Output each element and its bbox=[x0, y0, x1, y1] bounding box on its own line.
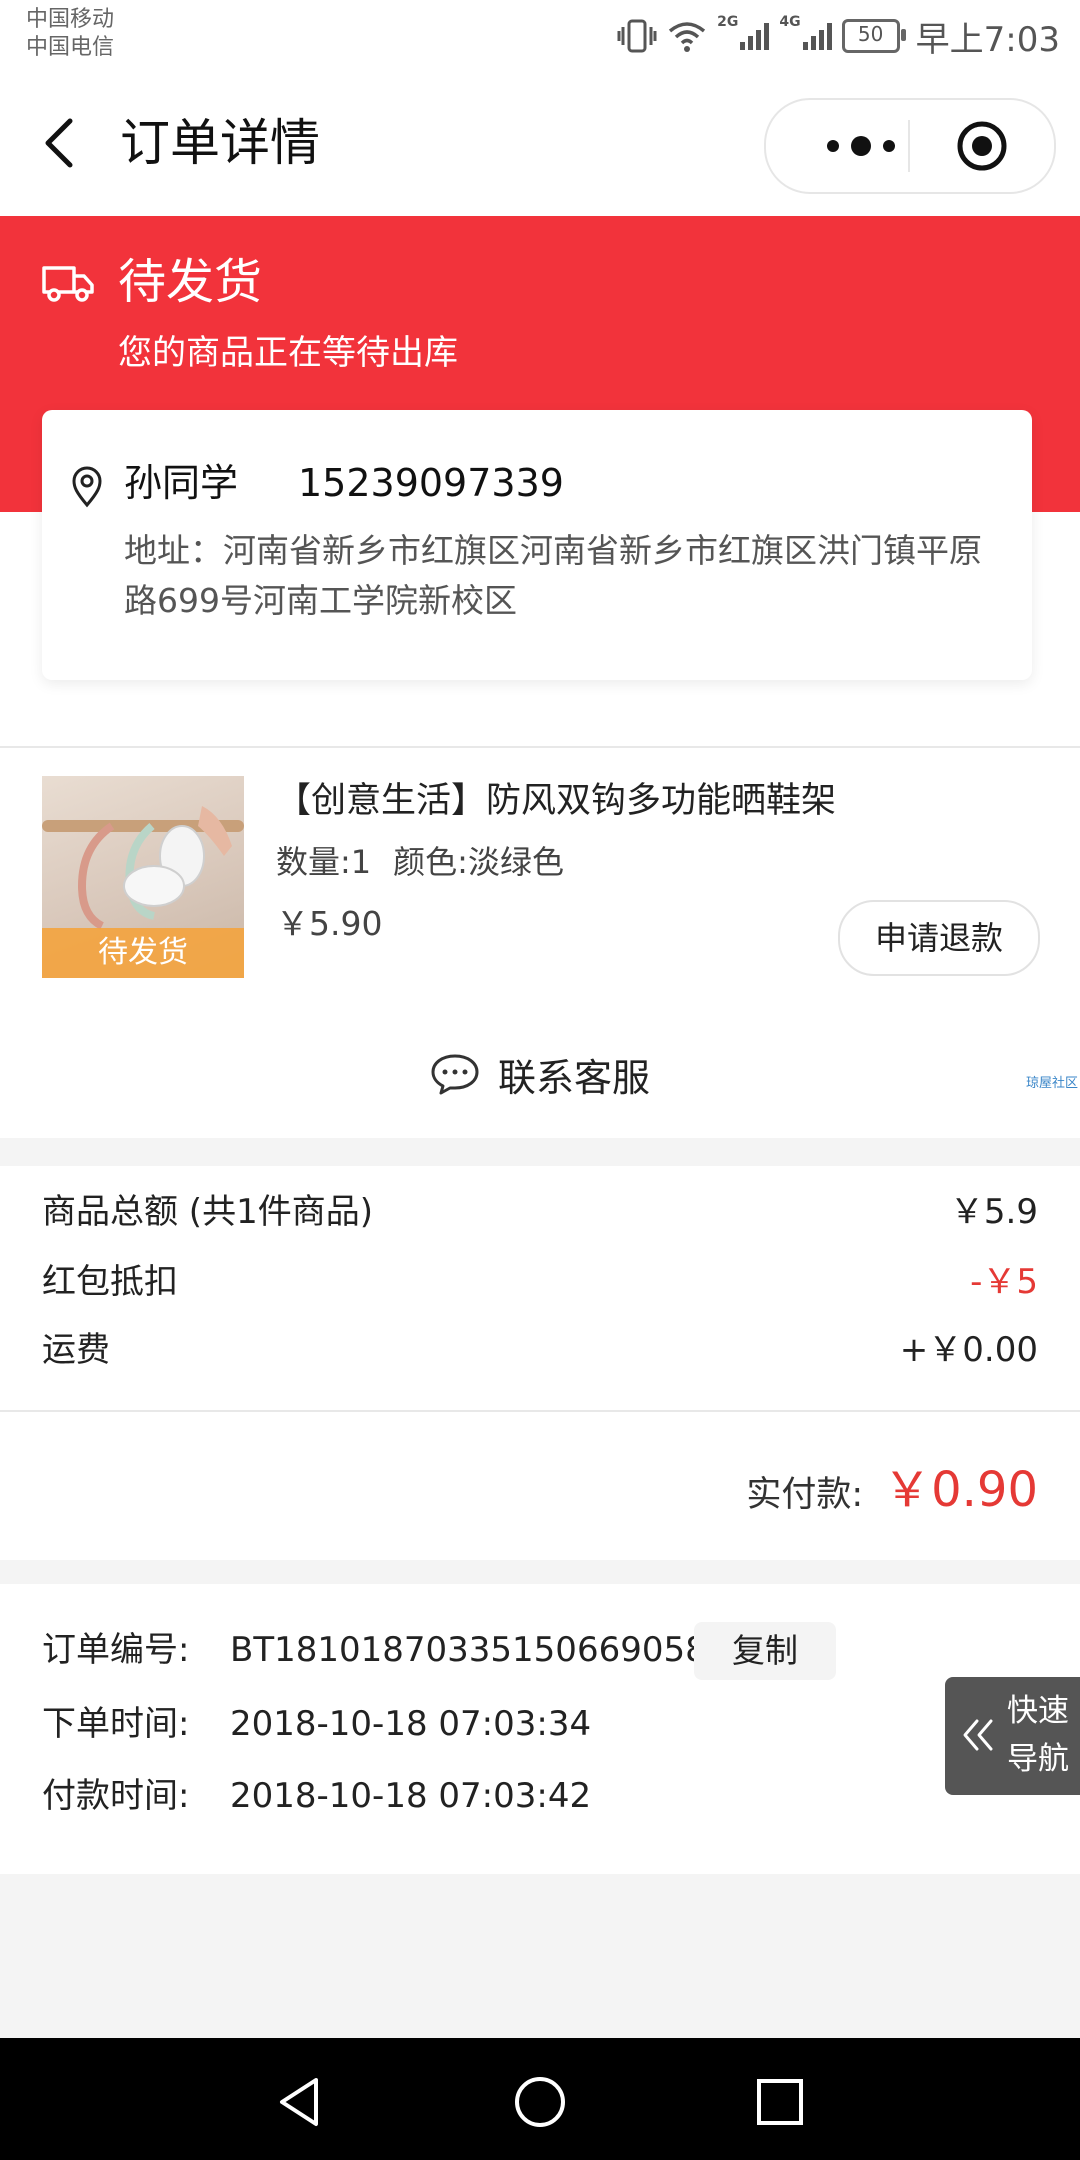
clock: 早上7:03 bbox=[915, 19, 1060, 60]
network-type-2: 4G bbox=[779, 14, 801, 30]
product-name: 【创意生活】防风双钩多功能晒鞋架 bbox=[276, 781, 837, 821]
status-subtitle: 您的商品正在等待出库 bbox=[118, 333, 458, 373]
carrier-2: 中国电信 bbox=[26, 35, 115, 60]
carrier-1: 中国移动 bbox=[26, 7, 115, 32]
paid-label: 实付款: bbox=[746, 1475, 864, 1515]
product-color: 颜色:淡绿色 bbox=[393, 843, 564, 881]
receiver-phone: 15239097339 bbox=[298, 461, 564, 505]
goods-total-value: ￥5.9 bbox=[949, 1192, 1038, 1232]
quick-nav-label: 快速 导航 bbox=[1007, 1687, 1077, 1783]
refund-button[interactable]: 申请退款 bbox=[838, 900, 1040, 976]
chat-bubble-icon bbox=[431, 1054, 479, 1095]
watermark: 琼屋社区 bbox=[1025, 1076, 1078, 1091]
order-info: 订单编号: BT18101870335150669058 复制 下单时间: 20… bbox=[0, 1584, 1080, 1874]
product-quantity: 数量:1 bbox=[276, 843, 372, 881]
product-attributes: 数量:1 颜色:淡绿色 bbox=[276, 838, 564, 886]
battery-icon: 50 bbox=[841, 19, 906, 53]
address-card: 孙同学 15239097339 地址：河南省新乡市红旗区河南省新乡市红旗区洪门镇… bbox=[42, 410, 1032, 680]
recents-square-icon[interactable] bbox=[752, 2074, 808, 2130]
contact-service-button[interactable]: 联系客服 bbox=[0, 1010, 1080, 1138]
shipping-value: +￥0.00 bbox=[899, 1330, 1038, 1370]
paid-value: ￥0.90 bbox=[883, 1462, 1038, 1518]
contact-service-label: 联系客服 bbox=[497, 1055, 650, 1100]
divider bbox=[0, 1410, 1080, 1412]
wifi-icon bbox=[669, 22, 706, 52]
title-bar: 订单详情 bbox=[0, 70, 1080, 216]
home-circle-icon[interactable] bbox=[512, 2074, 568, 2130]
quick-nav-button[interactable]: 快速 导航 bbox=[945, 1677, 1080, 1795]
capsule-divider bbox=[908, 120, 910, 172]
back-triangle-icon[interactable] bbox=[272, 2074, 328, 2130]
product-image[interactable]: 待发货 bbox=[42, 776, 244, 978]
goods-total-label: 商品总额 (共1件商品) bbox=[42, 1192, 373, 1232]
receiver-name: 孙同学 bbox=[124, 461, 239, 505]
shipping-row: 运费 +￥0.00 bbox=[42, 1320, 1038, 1380]
truck-icon bbox=[42, 266, 94, 302]
shipping-label: 运费 bbox=[42, 1330, 110, 1370]
product-item[interactable]: 待发货 【创意生活】防风双钩多功能晒鞋架 数量:1 颜色:淡绿色 ￥5.90 申请… bbox=[0, 746, 1080, 1012]
carrier-info: 中国移动 中国电信 bbox=[26, 6, 114, 62]
chevron-left-icon[interactable] bbox=[40, 118, 80, 168]
paid-amount-row: 实付款: ￥0.90 bbox=[746, 1450, 1038, 1530]
pay-time-value: 2018-10-18 07:03:42 bbox=[230, 1776, 592, 1816]
double-chevron-left-icon bbox=[963, 1719, 993, 1751]
quick-nav-line-2: 导航 bbox=[1007, 1741, 1069, 1777]
order-time-label: 下单时间: bbox=[42, 1704, 190, 1744]
signal-icon-2 bbox=[802, 22, 832, 50]
page-title: 订单详情 bbox=[120, 114, 320, 172]
red-packet-value: -￥5 bbox=[970, 1262, 1038, 1302]
order-time-value: 2018-10-18 07:03:34 bbox=[230, 1704, 592, 1744]
contact-service-row[interactable]: 联系客服 琼屋社区 bbox=[0, 1010, 1080, 1138]
product-status-badge: 待发货 bbox=[42, 928, 244, 978]
signal-icon-1 bbox=[740, 22, 770, 50]
network-type-1: 2G bbox=[717, 14, 739, 30]
product-price: ￥5.90 bbox=[276, 904, 383, 943]
order-number-label: 订单编号: bbox=[42, 1630, 190, 1670]
red-packet-label: 红包抵扣 bbox=[42, 1262, 178, 1302]
pay-time-label: 付款时间: bbox=[42, 1776, 190, 1816]
red-packet-row: 红包抵扣 -￥5 bbox=[42, 1252, 1038, 1312]
location-pin-icon bbox=[72, 466, 102, 508]
target-circle-icon[interactable] bbox=[956, 120, 1008, 172]
mini-program-capsule bbox=[764, 98, 1056, 194]
goods-total-row: 商品总额 (共1件商品) ￥5.9 bbox=[42, 1182, 1038, 1242]
status-bar: 中国移动 中国电信 2G 4G 50 早上7:03 bbox=[0, 0, 1080, 70]
copy-button[interactable]: 复制 bbox=[694, 1622, 836, 1680]
more-dots-icon[interactable] bbox=[806, 128, 916, 164]
vibrate-icon bbox=[617, 19, 657, 53]
order-number-row: 订单编号: BT18101870335150669058 bbox=[42, 1620, 707, 1680]
amount-summary: 商品总额 (共1件商品) ￥5.9 红包抵扣 -￥5 运费 +￥0.00 实付款… bbox=[0, 1166, 1080, 1560]
system-nav-bar bbox=[0, 2038, 1080, 2160]
status-title: 待发货 bbox=[118, 254, 263, 310]
status-indicators: 2G 4G 50 早上7:03 bbox=[617, 14, 1060, 60]
quick-nav-line-1: 快速 bbox=[1007, 1693, 1069, 1729]
order-time-row: 下单时间: 2018-10-18 07:03:34 bbox=[42, 1694, 591, 1754]
receiver-address: 地址：河南省新乡市红旗区河南省新乡市红旗区洪门镇平原路699号河南工学院新校区 bbox=[124, 531, 982, 620]
order-number-value: BT18101870335150669058 bbox=[230, 1630, 707, 1670]
pay-time-row: 付款时间: 2018-10-18 07:03:42 bbox=[42, 1766, 591, 1826]
